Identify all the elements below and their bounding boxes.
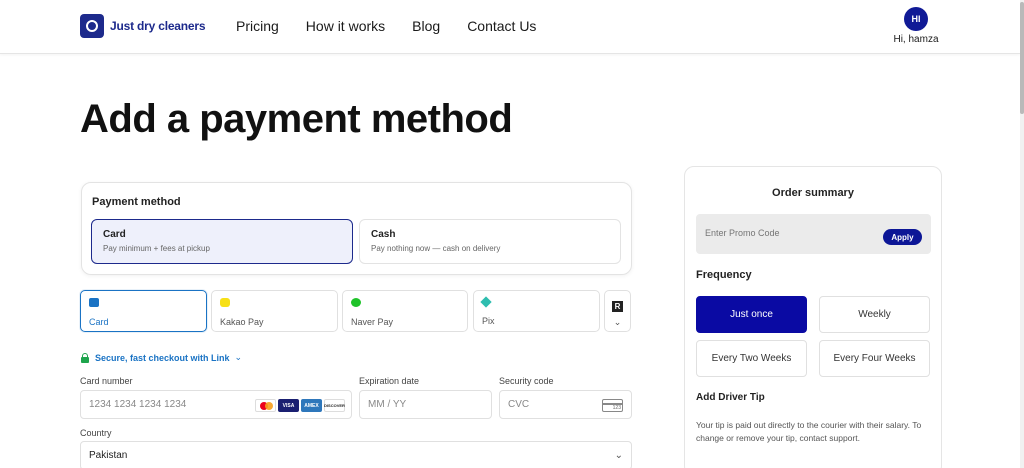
card-number-placeholder: 1234 1234 1234 1234: [89, 399, 187, 410]
amex-icon: AMEX: [301, 399, 322, 412]
payment-option-subtitle: Pay minimum + fees at pickup: [103, 244, 210, 253]
tab-label: Kakao Pay: [220, 317, 264, 327]
link-checkout-toggle[interactable]: Secure, fast checkout with Link ⌄: [80, 352, 242, 363]
nav-link-pricing[interactable]: Pricing: [236, 18, 279, 34]
country-label: Country: [80, 428, 112, 438]
tab-naver-pay[interactable]: Naver Pay: [342, 290, 468, 332]
discover-icon: DISCOVER: [324, 399, 345, 412]
apply-promo-button[interactable]: Apply: [883, 229, 922, 245]
tab-label: Pix: [482, 316, 495, 326]
cvc-card-icon: 123: [602, 399, 623, 412]
driver-tip-label: Add Driver Tip: [696, 392, 765, 403]
payment-option-title: Cash: [371, 229, 396, 240]
cvc-label: Security code: [499, 376, 554, 386]
frequency-every-two-weeks[interactable]: Every Two Weeks: [696, 340, 807, 377]
payment-option-card[interactable]: Card Pay minimum + fees at pickup: [91, 219, 353, 264]
tab-label: Naver Pay: [351, 317, 394, 327]
card-icon: [89, 298, 99, 307]
tab-pix[interactable]: Pix: [473, 290, 600, 332]
payment-option-subtitle: Pay nothing now — cash on delivery: [371, 244, 501, 253]
logo-icon: [80, 14, 104, 38]
chevron-down-icon: ⌄: [614, 450, 623, 461]
country-select[interactable]: Pakistan ⌄: [80, 441, 632, 468]
scrollbar-thumb[interactable]: [1020, 2, 1024, 114]
payment-method-selector: Payment method Card Pay minimum + fees a…: [81, 182, 632, 275]
expiry-input[interactable]: MM / YY: [359, 390, 492, 419]
tab-label: Card: [89, 317, 109, 327]
nav-link-contact-us[interactable]: Contact Us: [467, 18, 536, 34]
site-logo[interactable]: Just dry cleaners: [80, 14, 206, 38]
chevron-down-icon: ⌄: [234, 352, 243, 362]
pix-icon: [480, 296, 492, 308]
payment-method-label: Payment method: [92, 196, 181, 208]
nav-link-how-it-works[interactable]: How it works: [306, 18, 385, 34]
card-brand-icons: VISA AMEX DISCOVER: [255, 399, 345, 412]
promo-code-box: Apply: [696, 214, 931, 254]
user-menu[interactable]: HI Hi, hamza: [890, 7, 942, 45]
card-number-label: Card number: [80, 376, 133, 386]
frequency-every-four-weeks[interactable]: Every Four Weeks: [819, 340, 930, 377]
chevron-down-icon: ⌄: [613, 317, 622, 327]
mastercard-icon: [255, 399, 276, 412]
expiry-placeholder: MM / YY: [368, 399, 407, 410]
logo-text: Just dry cleaners: [110, 19, 206, 33]
page-title: Add a payment method: [80, 97, 513, 141]
expiry-label: Expiration date: [359, 376, 420, 386]
naver-pay-icon: [351, 298, 361, 307]
driver-tip-description: Your tip is paid out directly to the cou…: [696, 420, 922, 443]
kakao-pay-icon: [220, 298, 230, 307]
frequency-just-once[interactable]: Just once: [696, 296, 807, 333]
nav-link-blog[interactable]: Blog: [412, 18, 440, 34]
card-number-input[interactable]: 1234 1234 1234 1234 VISA AMEX DISCOVER: [80, 390, 352, 419]
promo-code-input[interactable]: [705, 228, 875, 238]
visa-icon: VISA: [278, 399, 299, 412]
country-value: Pakistan: [89, 450, 128, 461]
payment-option-cash[interactable]: Cash Pay nothing now — cash on delivery: [359, 219, 621, 264]
cvc-input[interactable]: CVC 123: [499, 390, 632, 419]
site-header: Just dry cleaners Pricing How it works B…: [0, 0, 1020, 54]
user-greeting: Hi, hamza: [893, 34, 939, 45]
payment-option-title: Card: [103, 229, 126, 240]
main-nav: Pricing How it works Blog Contact Us: [236, 18, 536, 34]
tab-more-methods[interactable]: R ⌄: [604, 290, 631, 332]
link-checkout-text: Secure, fast checkout with Link: [95, 352, 230, 363]
frequency-label: Frequency: [696, 269, 752, 281]
order-summary-panel: Order summary Apply Frequency Just once …: [684, 166, 942, 468]
tab-card[interactable]: Card: [80, 290, 207, 332]
lock-icon: [80, 352, 90, 363]
avatar[interactable]: HI: [904, 7, 928, 31]
tab-kakao-pay[interactable]: Kakao Pay: [211, 290, 338, 332]
frequency-weekly[interactable]: Weekly: [819, 296, 930, 333]
cvc-placeholder: CVC: [508, 399, 530, 410]
order-summary-title: Order summary: [772, 187, 854, 199]
more-methods-icon: R: [612, 301, 623, 312]
